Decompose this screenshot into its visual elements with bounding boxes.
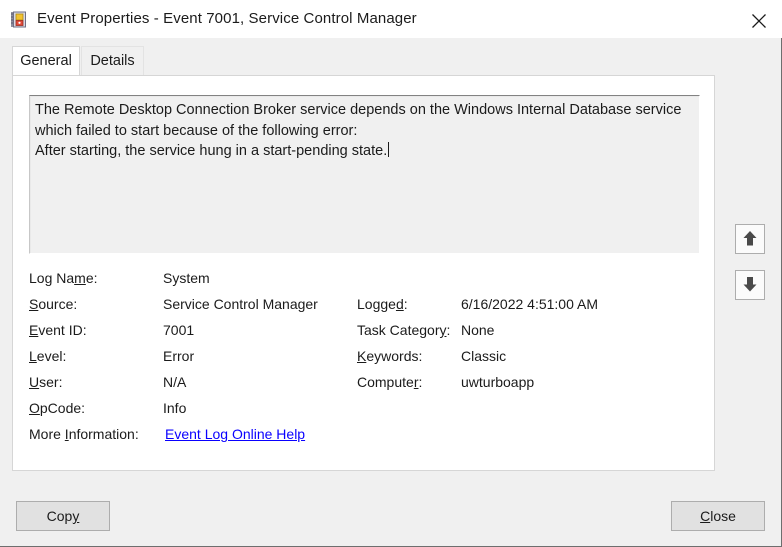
tab-general[interactable]: General [12, 46, 80, 76]
label-user: User: [29, 374, 62, 390]
label-computer: Computer: [357, 374, 422, 390]
value-source: Service Control Manager [163, 296, 318, 312]
event-description-box[interactable]: The Remote Desktop Connection Broker ser… [29, 95, 700, 254]
label-more-information: More Information: [29, 426, 139, 442]
value-level: Error [163, 348, 194, 364]
general-tab-panel: The Remote Desktop Connection Broker ser… [12, 75, 715, 471]
label-level: Level: [29, 348, 66, 364]
next-event-button[interactable] [735, 270, 765, 300]
event-description-text: The Remote Desktop Connection Broker ser… [35, 100, 693, 162]
label-source: Source: [29, 296, 77, 312]
label-opcode: OpCode: [29, 400, 85, 416]
copy-button[interactable]: Copy [16, 501, 110, 531]
tab-details[interactable]: Details [81, 46, 144, 76]
value-keywords: Classic [461, 348, 506, 364]
event-properties-dialog: Event Properties - Event 7001, Service C… [0, 0, 782, 547]
value-task-category: None [461, 322, 494, 338]
close-icon[interactable] [736, 0, 782, 37]
value-user: N/A [163, 374, 186, 390]
event-log-online-help-link[interactable]: Event Log Online Help [165, 426, 305, 442]
previous-event-button[interactable] [735, 224, 765, 254]
value-logged: 6/16/2022 4:51:00 AM [461, 296, 598, 312]
label-logged: Logged: [357, 296, 408, 312]
label-event-id: Event ID: [29, 322, 87, 338]
value-computer: uwturboapp [461, 374, 534, 390]
tab-strip: General Details [12, 46, 715, 76]
event-description-value: The Remote Desktop Connection Broker ser… [35, 102, 685, 159]
close-button[interactable]: Close [671, 501, 765, 531]
value-log-name: System [163, 270, 210, 286]
window-title: Event Properties - Event 7001, Service C… [37, 10, 417, 27]
event-log-icon [11, 11, 28, 28]
label-task-category: Task Category: [357, 322, 450, 338]
footer-divider [0, 487, 781, 488]
text-caret [388, 142, 389, 157]
label-log-name: Log Name: [29, 270, 98, 286]
value-opcode: Info [163, 400, 186, 416]
title-bar: Event Properties - Event 7001, Service C… [0, 0, 782, 38]
label-keywords: Keywords: [357, 348, 422, 364]
value-event-id: 7001 [163, 322, 194, 338]
